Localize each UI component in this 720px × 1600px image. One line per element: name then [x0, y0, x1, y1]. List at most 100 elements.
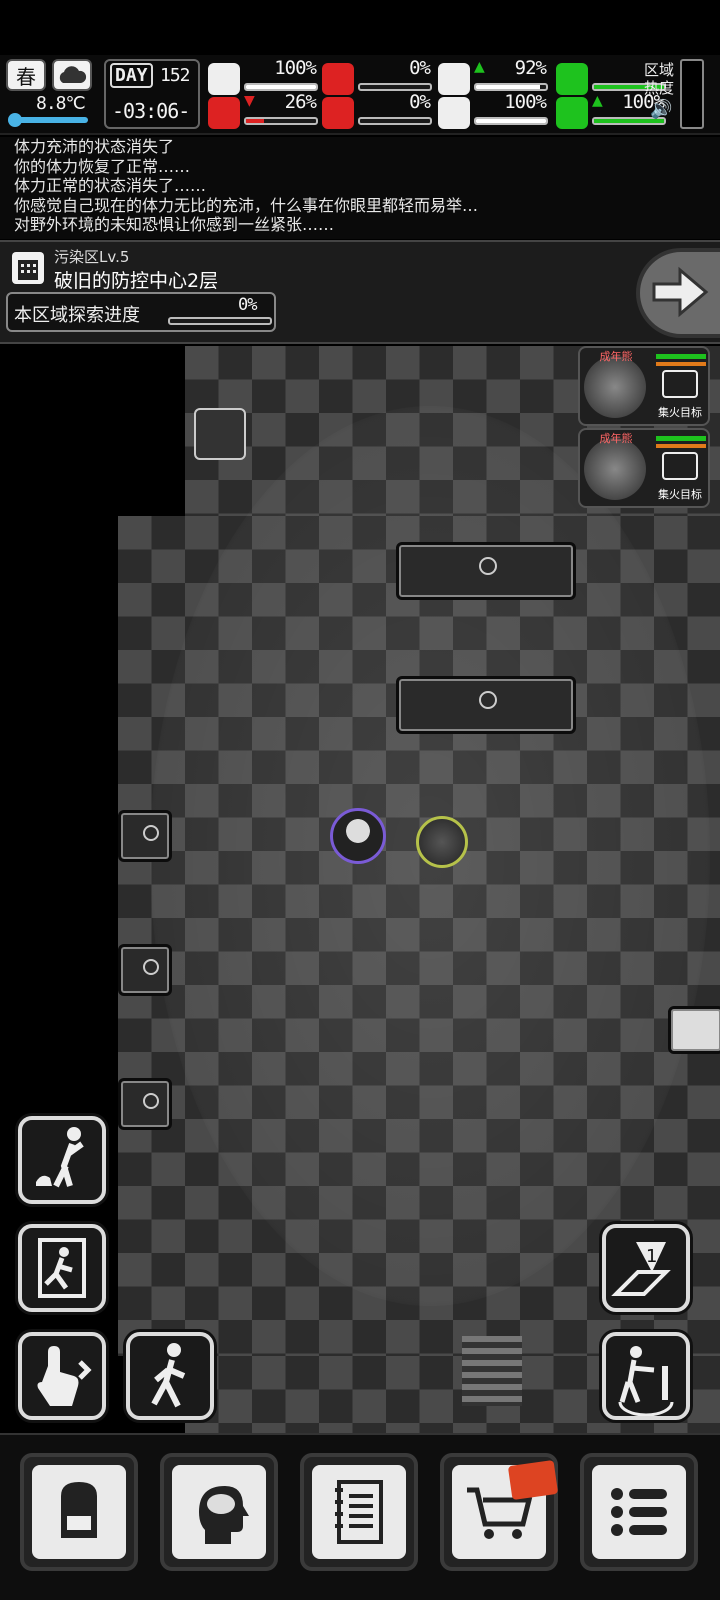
- crosshair-icon: [662, 452, 698, 480]
- health-bar: [244, 83, 318, 91]
- shop-button[interactable]: [440, 1453, 559, 1571]
- enemy-card[interactable]: 成年熊 集火目标: [578, 346, 710, 426]
- clock-time: -03:06-: [112, 99, 190, 123]
- day-label: DAY: [110, 63, 153, 88]
- trend-up-icon: ▲: [592, 93, 603, 109]
- skills-button[interactable]: [160, 1453, 278, 1571]
- heart-icon: [438, 97, 470, 129]
- menu-list-icon: [611, 1488, 667, 1536]
- infection-pct: 26%: [284, 91, 317, 113]
- building-icon: [12, 252, 44, 284]
- walking-person-icon: [151, 1343, 186, 1408]
- enemy-hp-bar: [656, 354, 706, 359]
- enemy-hp-bar: [656, 436, 706, 441]
- soldier-icon: [618, 1346, 674, 1417]
- menu-button[interactable]: [580, 1453, 698, 1571]
- speaker-icon[interactable]: 🔊: [650, 99, 672, 120]
- map-view[interactable]: 成年熊 集火目标 成年熊 集火目标 1: [0, 346, 720, 1433]
- tap-hand-icon: [37, 1346, 92, 1406]
- bear-portrait: [584, 438, 646, 500]
- magnifier-icon: [143, 959, 159, 975]
- trend-up-icon: ▲: [474, 59, 485, 75]
- backpack-button[interactable]: [20, 1453, 138, 1571]
- enemy-label: 成年熊: [599, 350, 633, 363]
- backpack-icon: [61, 1482, 97, 1538]
- locker-searchable[interactable]: [118, 1078, 172, 1130]
- log-line: 对野外环境的未知恐惧让你感到一丝紧张……: [14, 215, 335, 234]
- log-line: 体力充沛的状态消失了: [14, 137, 175, 156]
- interact-button[interactable]: [18, 1332, 106, 1420]
- mood-pct: 100%: [504, 91, 547, 113]
- magnifier-icon: [479, 557, 497, 575]
- focus-target-label[interactable]: 集火目标: [650, 404, 710, 420]
- svg-text:1: 1: [646, 1246, 657, 1267]
- exit-door-icon: [38, 1238, 86, 1298]
- combat-stance-button[interactable]: [602, 1332, 690, 1420]
- floor-select-button[interactable]: 1: [602, 1224, 690, 1312]
- temperature-gauge: 8.8℃: [6, 93, 94, 129]
- hunger-pct: 0%: [409, 57, 431, 79]
- medkit-icon: [208, 63, 240, 95]
- event-new-badge: [507, 1459, 559, 1501]
- bottom-nav: [0, 1433, 720, 1600]
- explore-label: 本区域探索进度: [14, 305, 140, 326]
- season-badge: 春: [6, 59, 46, 91]
- journal-button[interactable]: [300, 1453, 418, 1571]
- crosshair-icon: [662, 370, 698, 398]
- magnifier-icon: [143, 825, 159, 841]
- exit-button[interactable]: [18, 1224, 106, 1312]
- enemy-threat-bar: [656, 362, 706, 366]
- log-line: 你感觉自己现在的体力无比的充沛，什么事在你眼里都轻而易举…: [14, 195, 479, 215]
- terminal-object[interactable]: [668, 1006, 720, 1054]
- cabinet-searchable[interactable]: [396, 542, 576, 600]
- trend-down-icon: ▼: [244, 93, 255, 109]
- day-clock: DAY 152 -03:06-: [104, 59, 200, 129]
- magnifier-icon: [143, 1093, 159, 1109]
- zone-level: 污染区Lv.5: [54, 248, 130, 266]
- enemy-label: 成年熊: [599, 432, 633, 445]
- season-label: 春: [16, 64, 36, 89]
- health-pct: 100%: [274, 57, 317, 79]
- locker-searchable[interactable]: [118, 944, 172, 996]
- blood-drop-icon: [322, 97, 354, 129]
- message-log: 体力充沛的状态消失了 你的体力恢复了正常…… 体力正常的状态消失了…… 你感觉自己现在…: [0, 137, 720, 239]
- stomach-icon: [322, 63, 354, 95]
- energy-icon: [556, 97, 588, 129]
- bear-portrait: [584, 356, 646, 418]
- next-area-button[interactable]: [636, 248, 720, 338]
- log-line: 体力正常的状态消失了……: [14, 176, 207, 195]
- notebook-icon: [335, 1480, 383, 1544]
- cabinet-searchable[interactable]: [396, 676, 576, 734]
- floor-one-icon: 1: [611, 1242, 671, 1296]
- water-pct: 92%: [514, 57, 547, 79]
- player-avatar[interactable]: [330, 808, 386, 864]
- pet-person-icon: [36, 1127, 84, 1188]
- zombie-token[interactable]: [194, 408, 246, 460]
- enemy-threat-bar: [656, 444, 706, 448]
- stairs-down[interactable]: [462, 1336, 522, 1406]
- bleeding-bar: [358, 117, 432, 125]
- hunger-bar: [358, 83, 432, 91]
- temperature-value: 8.8℃: [36, 93, 86, 114]
- status-bar: 春 8.8℃ DAY 152 -03:06- 100% 0% 92% ▲ 26% ▼ 0% 1…: [0, 55, 720, 135]
- enemy-card[interactable]: 成年熊 集火目标: [578, 428, 710, 508]
- pet-command-button[interactable]: [18, 1116, 106, 1204]
- area-name: 破旧的防控中心2层: [54, 270, 219, 292]
- explore-pct: 0%: [238, 295, 258, 315]
- day-number: 152: [160, 65, 190, 86]
- water-bar: [474, 83, 548, 91]
- log-line: 你的体力恢复了正常……: [14, 156, 191, 176]
- brain-head-icon: [199, 1486, 249, 1544]
- magnifier-icon: [479, 691, 497, 709]
- boot-icon: [556, 63, 588, 95]
- locker-searchable[interactable]: [118, 810, 172, 862]
- cloud-icon: [52, 59, 92, 91]
- walk-button[interactable]: [126, 1332, 214, 1420]
- explore-bar: [168, 317, 272, 325]
- bear-token[interactable]: [416, 816, 468, 868]
- virus-icon: [208, 97, 240, 129]
- bleeding-pct: 0%: [409, 91, 431, 113]
- region-heat-label: 区域 热度: [644, 61, 675, 97]
- bottle-icon: [438, 63, 470, 95]
- focus-target-label[interactable]: 集火目标: [650, 486, 710, 502]
